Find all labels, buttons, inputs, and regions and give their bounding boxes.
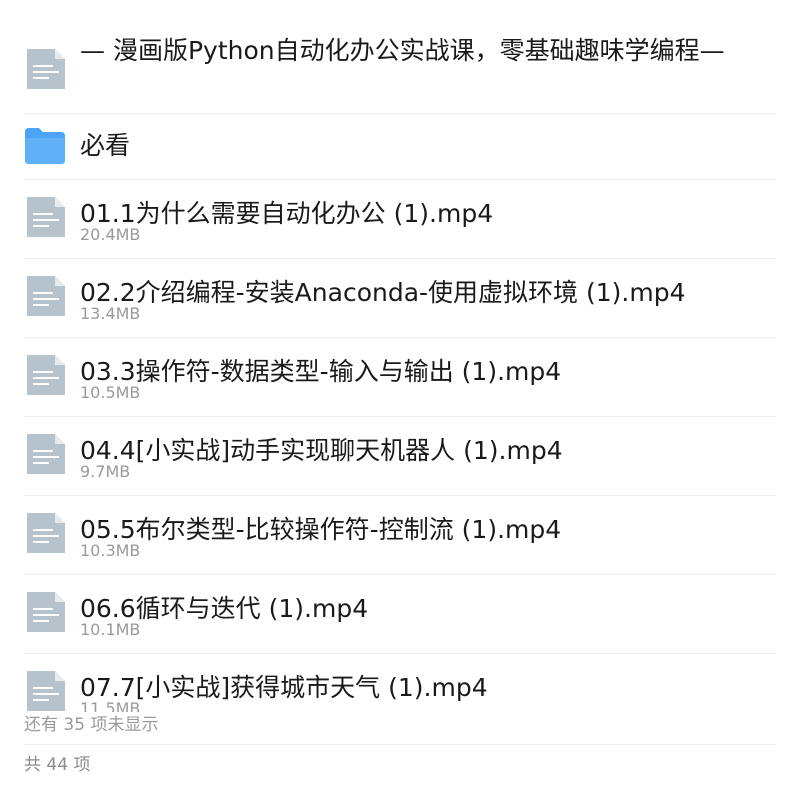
file-list: — 漫画版Python自动化办公实战课，零基础趣味学编程— 必看 01.1为什么… (0, 0, 800, 712)
file-size: 10.5MB (80, 383, 141, 402)
file-name: 07.7[小实战]获得城市天气 (1).mp4 (80, 673, 488, 702)
document-icon (27, 355, 65, 395)
document-icon (27, 434, 65, 474)
file-size: 9.7MB (80, 462, 131, 481)
document-icon (27, 671, 65, 711)
list-item[interactable]: 05.5布尔类型-比较操作符-控制流 (1).mp4 10.3MB (24, 496, 776, 575)
list-item[interactable]: 07.7[小实战]获得城市天气 (1).mp4 11.5MB (24, 654, 776, 712)
file-name: 06.6循环与迭代 (1).mp4 (80, 594, 369, 623)
list-item[interactable]: 06.6循环与迭代 (1).mp4 10.1MB (24, 575, 776, 654)
list-item[interactable]: 04.4[小实战]动手实现聊天机器人 (1).mp4 9.7MB (24, 417, 776, 496)
document-icon (27, 513, 65, 553)
file-name: 03.3操作符-数据类型-输入与输出 (1).mp4 (80, 357, 562, 386)
total-count: 共 44 项 (24, 755, 91, 775)
divider (24, 744, 776, 745)
hidden-items-note: 还有 35 项未显示 (24, 715, 159, 735)
file-size: 13.4MB (80, 304, 141, 323)
file-name: 04.4[小实战]动手实现聊天机器人 (1).mp4 (80, 436, 563, 465)
folder-name: 必看 (80, 131, 131, 160)
file-name: 05.5布尔类型-比较操作符-控制流 (1).mp4 (80, 515, 562, 544)
file-size: 20.4MB (80, 225, 141, 244)
file-name: 02.2介绍编程-安装Anaconda-使用虚拟环境 (1).mp4 (80, 278, 686, 307)
document-icon (27, 197, 65, 237)
list-item-folder[interactable]: 必看 (24, 0, 776, 180)
list-item[interactable]: 01.1为什么需要自动化办公 (1).mp4 20.4MB (24, 180, 776, 259)
folder-icon (25, 128, 65, 168)
file-name: 01.1为什么需要自动化办公 (1).mp4 (80, 199, 494, 228)
file-size: 10.1MB (80, 620, 141, 639)
list-item[interactable]: 02.2介绍编程-安装Anaconda-使用虚拟环境 (1).mp4 13.4MB (24, 259, 776, 338)
document-icon (27, 276, 65, 316)
document-icon (27, 592, 65, 632)
list-item[interactable]: 03.3操作符-数据类型-输入与输出 (1).mp4 10.5MB (24, 338, 776, 417)
file-size: 11.5MB (80, 699, 141, 713)
file-size: 10.3MB (80, 541, 141, 560)
